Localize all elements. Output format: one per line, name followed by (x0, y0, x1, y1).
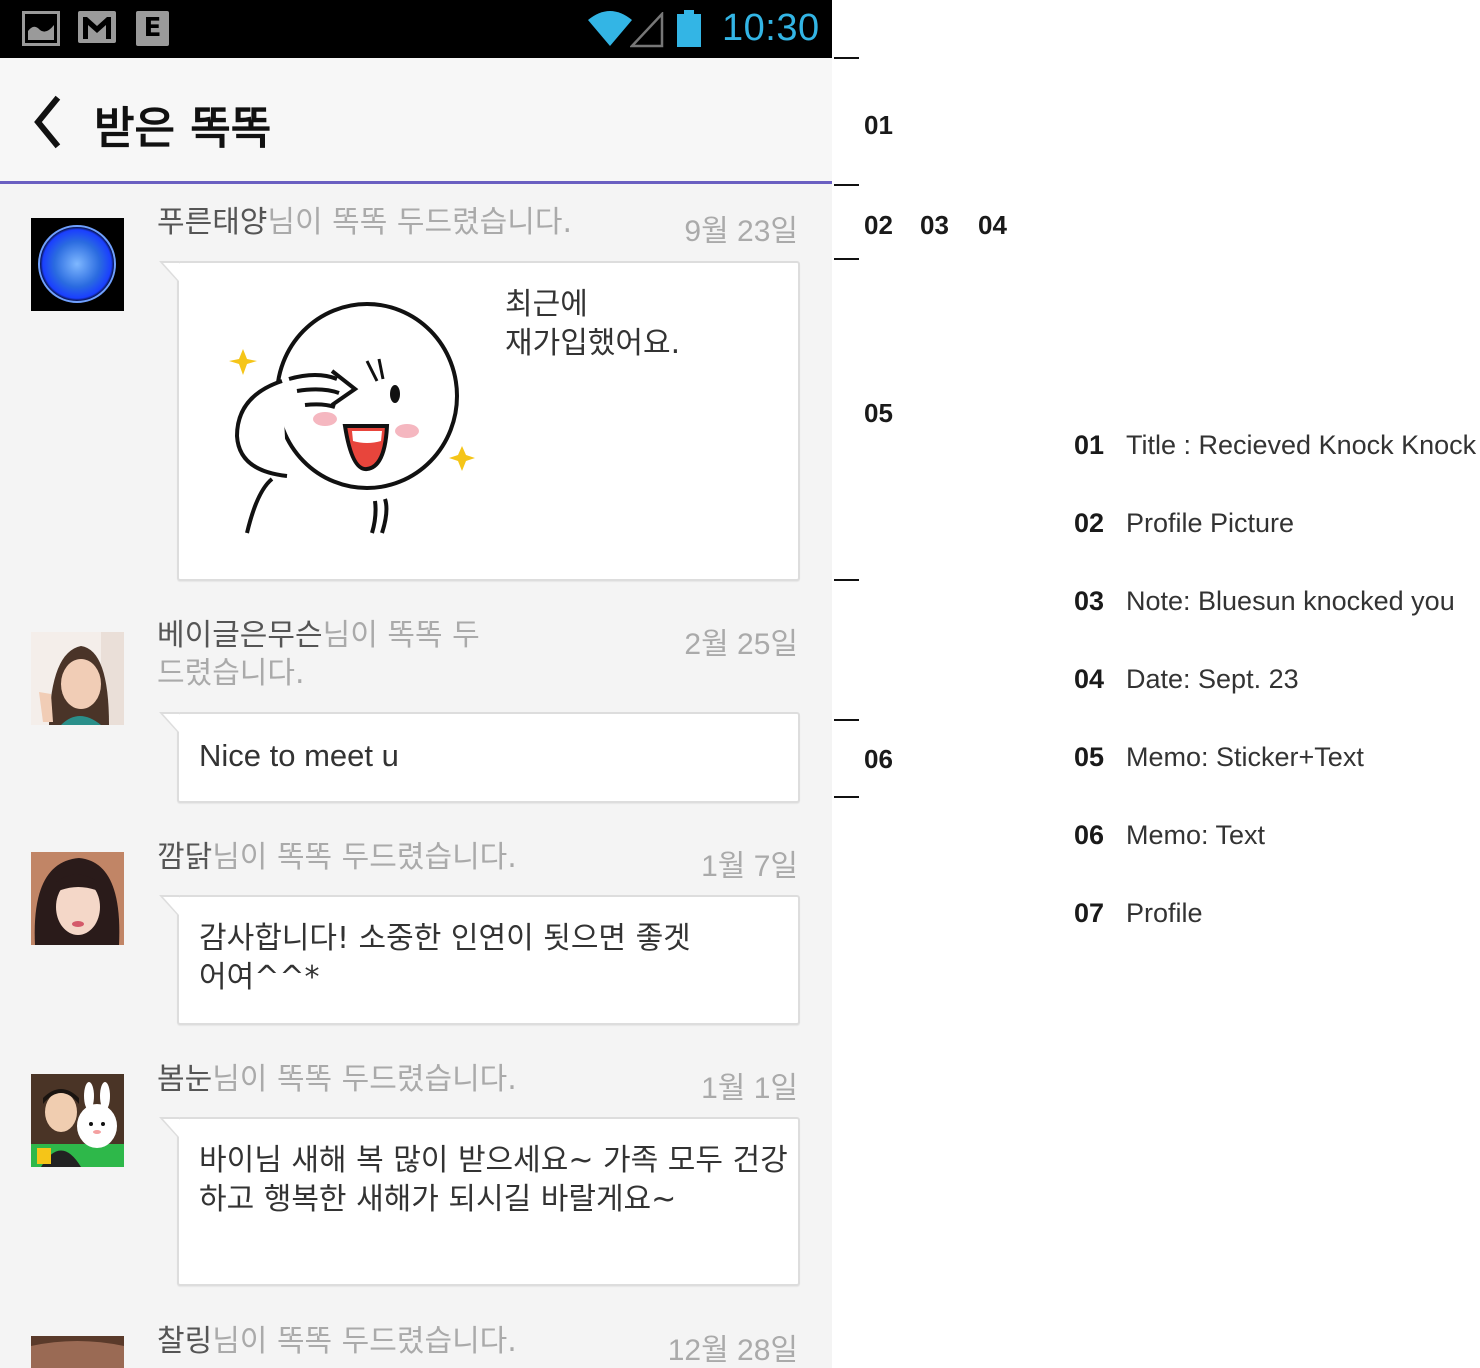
knock-note: 찰링님이 똑똑 두드렸습니다. (157, 1323, 657, 1361)
legend-item: 03 Note: Bluesun knocked you (1074, 586, 1455, 620)
legend-item: 01 Title : Recieved Knock Knock (1074, 430, 1476, 464)
legend-item: 02 Profile Picture (1074, 508, 1294, 542)
phone-screen: E 10:30 받은 똑똑 푸른태양님이 똑똑 두드렸습니다. 9월 23일 최… (0, 0, 832, 1368)
legend-text: Date: Sept. 23 (1126, 664, 1299, 694)
knock-suffix: 님이 똑똑 두드렸습니다. (212, 1324, 517, 1359)
nickname[interactable]: 베이글은무슨 (157, 618, 323, 653)
marker-01: 01 (864, 110, 893, 140)
legend-number: 03 (1074, 586, 1105, 616)
marker-06: 06 (864, 744, 893, 774)
knock-suffix: 님이 똑똑 두드렸습니다. (212, 1062, 517, 1097)
legend-number: 05 (1074, 742, 1105, 772)
list-item[interactable]: 봄눈님이 똑똑 두드렸습니다. 1월 1일 바이님 새해 복 많이 받으세요~ … (0, 1039, 832, 1301)
memo-text: 최근에 재가입했어요. (505, 287, 681, 361)
legend-item: 04 Date: Sept. 23 (1074, 664, 1299, 698)
page-title: 받은 똑똑 (94, 103, 272, 154)
knock-suffix: 님이 똑똑 두드렸습니다. (212, 840, 517, 875)
woman-peace-sign-avatar[interactable] (31, 632, 124, 725)
action-bar: 받은 똑똑 (0, 58, 832, 184)
knock-note: 푸른태양님이 똑똑 두드렸습니다. (157, 204, 657, 242)
legend-number: 04 (1074, 664, 1105, 694)
legend-text: Profile (1126, 898, 1203, 928)
divider-tick (834, 184, 859, 186)
divider-tick (834, 719, 859, 721)
legend-text: Memo: Sticker+Text (1126, 742, 1364, 772)
marker-05: 05 (864, 398, 893, 428)
woman-selfie-avatar[interactable] (31, 852, 124, 945)
date: 1월 1일 (701, 1072, 798, 1105)
legend-number: 06 (1074, 820, 1105, 850)
gallery-icon (22, 11, 60, 46)
nickname[interactable]: 찰링 (157, 1324, 212, 1359)
memo-text: 감사합니다! 소중한 인연이 됫으면 좋겟어여^^* (199, 921, 691, 995)
memo-bubble: 감사합니다! 소중한 인연이 됫으면 좋겟어여^^* (159, 895, 800, 1025)
list-item[interactable]: 깜닭님이 똑똑 두드렸습니다. 1월 7일 감사합니다! 소중한 인연이 됫으면… (0, 817, 832, 1039)
memo-bubble: 바이님 새해 복 많이 받으세요~ 가족 모두 건강하고 행복한 새해가 되시길… (159, 1117, 800, 1286)
memo-bubble: Nice to meet u (159, 712, 800, 803)
nickname[interactable]: 깜닭 (157, 840, 212, 875)
legend-number: 07 (1074, 898, 1105, 928)
date: 1월 7일 (701, 850, 798, 883)
boy-with-bunny-avatar[interactable] (31, 1074, 124, 1167)
legend-text: Memo: Text (1126, 820, 1266, 850)
nickname[interactable]: 푸른태양 (157, 205, 267, 240)
legend-text: Profile Picture (1126, 508, 1295, 538)
battery-icon (677, 10, 701, 47)
gmail-icon (78, 11, 116, 43)
wifi-icon (588, 11, 632, 46)
divider-tick (834, 579, 859, 581)
legend-number: 02 (1074, 508, 1105, 538)
date: 12월 28일 (667, 1334, 798, 1367)
knock-note: 봄눈님이 똑똑 두드렸습니다. (157, 1061, 657, 1099)
date: 9월 23일 (684, 215, 798, 248)
partial-avatar[interactable] (31, 1336, 124, 1368)
divider-tick (834, 796, 859, 798)
legend-number: 01 (1074, 430, 1105, 460)
sticker-image (229, 302, 475, 534)
knock-note: 깜닭님이 똑똑 두드렸습니다. (157, 839, 657, 877)
knock-note: 베이글은무슨님이 똑똑 두드렸습니다. (157, 617, 497, 693)
divider-tick (834, 57, 859, 59)
legend-text: Title : Recieved Knock Knock (1126, 430, 1477, 460)
marker-02: 02 (864, 210, 893, 240)
chevron-left-icon[interactable] (26, 94, 68, 150)
knock-suffix: 님이 똑똑 두드렸습니다. (267, 205, 573, 240)
list-item[interactable]: 푸른태양님이 똑똑 두드렸습니다. 9월 23일 최근에 재가입했어요. (0, 187, 832, 597)
divider-tick (834, 258, 859, 260)
status-bar: E 10:30 (0, 0, 832, 58)
nickname[interactable]: 봄눈 (157, 1062, 212, 1097)
memo-text: 바이님 새해 복 많이 받으세요~ 가족 모두 건강하고 행복한 새해가 되시길… (199, 1143, 788, 1217)
legend-item: 05 Memo: Sticker+Text (1074, 742, 1364, 776)
memo-text: Nice to meet u (199, 738, 399, 773)
edge-e-icon: E (136, 11, 169, 46)
memo-bubble: 최근에 재가입했어요. (159, 261, 800, 581)
legend-item: 07 Profile (1074, 898, 1203, 932)
date: 2월 25일 (684, 628, 798, 661)
marker-03: 03 (920, 210, 949, 240)
status-time: 10:30 (722, 7, 820, 49)
legend-text: Note: Bluesun knocked you (1126, 586, 1455, 616)
blue-sun-avatar[interactable] (31, 218, 124, 311)
list-item[interactable]: 베이글은무슨님이 똑똑 두드렸습니다. 2월 25일 Nice to meet … (0, 597, 832, 817)
legend-item: 06 Memo: Text (1074, 820, 1265, 854)
list-item[interactable]: 찰링님이 똑똑 두드렸습니다. 12월 28일 (0, 1301, 832, 1368)
signal-icon (630, 12, 664, 48)
marker-04: 04 (978, 210, 1007, 240)
